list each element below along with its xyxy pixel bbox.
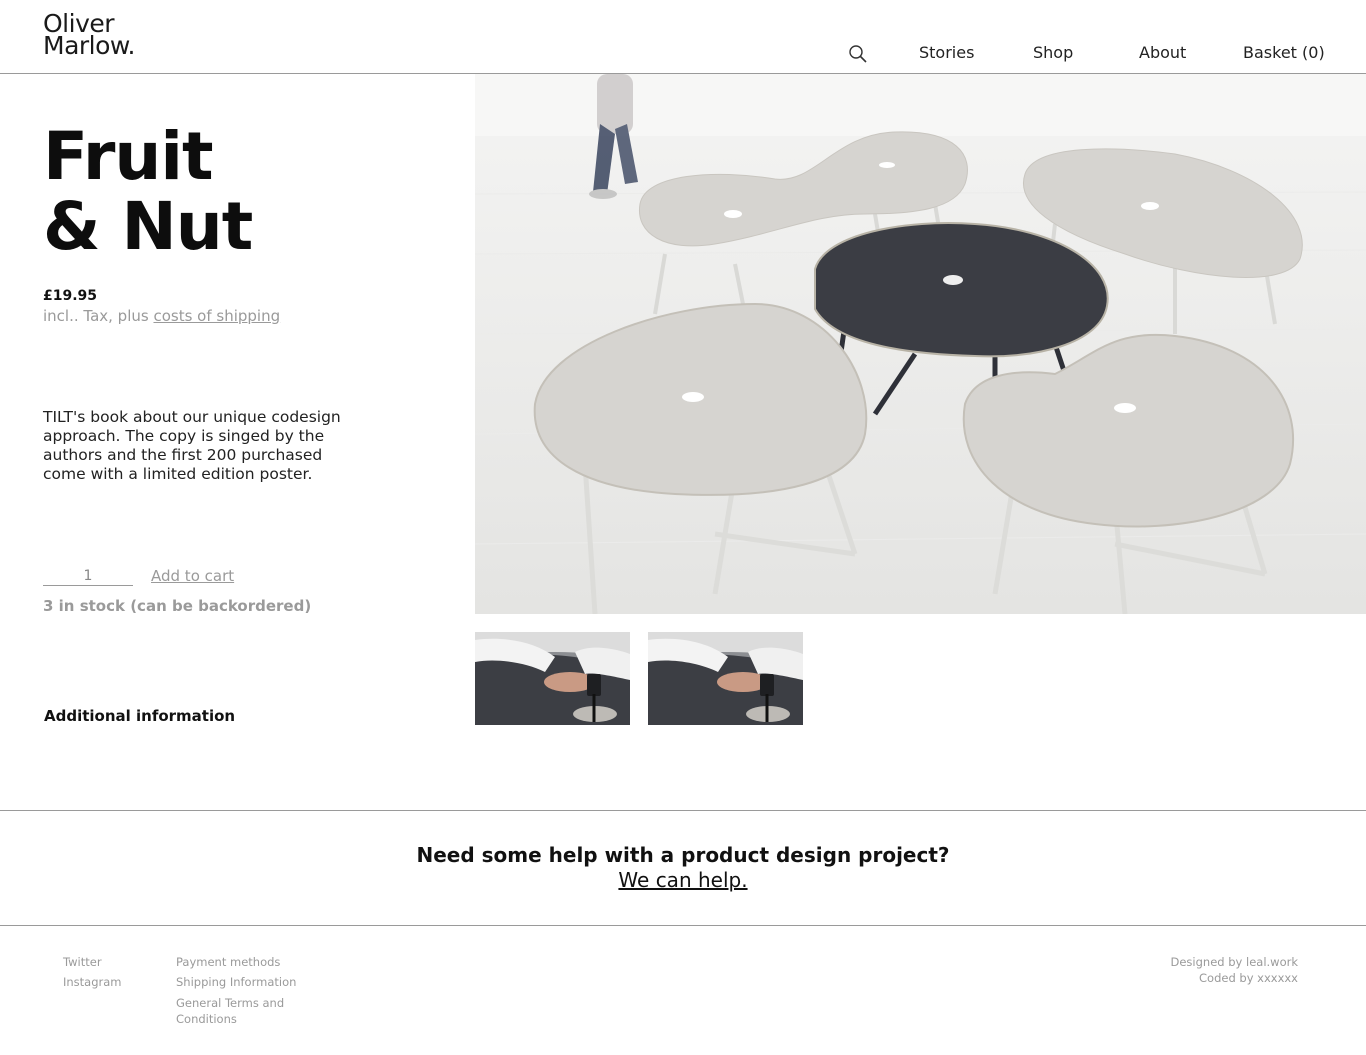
footer-twitter-link[interactable]: Twitter	[63, 955, 102, 969]
cta-question: Need some help with a product design pro…	[416, 843, 950, 867]
footer-terms-link[interactable]: General Terms and Conditions	[176, 995, 316, 1027]
stock-status: 3 in stock (can be backordered)	[43, 597, 312, 615]
site-header: Oliver Marlow. Stories Shop About Basket…	[0, 0, 1366, 74]
product-title: Fruit & Nut	[43, 118, 253, 265]
main-nav: Stories Shop About Basket (0)	[0, 42, 1366, 66]
search-icon[interactable]	[848, 44, 868, 64]
product-main-image	[475, 74, 1366, 614]
add-to-cart-button[interactable]: Add to cart	[151, 567, 234, 585]
footer-payment-methods-link[interactable]: Payment methods	[176, 955, 280, 969]
nav-about[interactable]: About	[1139, 43, 1186, 62]
footer-designed-by: Designed by leal.work	[1170, 955, 1299, 969]
product-price: £19.95	[43, 288, 98, 304]
nav-basket[interactable]: Basket (0)	[1243, 43, 1325, 62]
additional-information-toggle[interactable]: Additional information	[44, 707, 235, 725]
tax-note: incl.. Tax, plus costs of shipping	[43, 307, 280, 325]
product-description: TILT's book about our unique codesign ap…	[43, 408, 341, 483]
product-title-line-1: Fruit	[43, 118, 214, 195]
footer-shipping-link[interactable]: Shipping Information	[176, 975, 296, 989]
footer-instagram-link[interactable]: Instagram	[63, 975, 122, 989]
product-thumbnail[interactable]	[475, 632, 630, 725]
tax-note-text: incl.. Tax, plus	[43, 307, 154, 325]
product-thumbnail[interactable]	[648, 632, 803, 725]
shipping-costs-link[interactable]: costs of shipping	[153, 307, 280, 325]
cta-link[interactable]: We can help.	[618, 868, 747, 892]
quantity-input[interactable]	[43, 566, 133, 586]
footer-coded-by: Coded by xxxxxx	[1199, 971, 1298, 985]
nav-shop[interactable]: Shop	[1033, 43, 1073, 62]
help-cta: Need some help with a product design pro…	[0, 810, 1366, 926]
product-title-line-2: & Nut	[43, 188, 253, 265]
nav-stories[interactable]: Stories	[919, 43, 974, 62]
